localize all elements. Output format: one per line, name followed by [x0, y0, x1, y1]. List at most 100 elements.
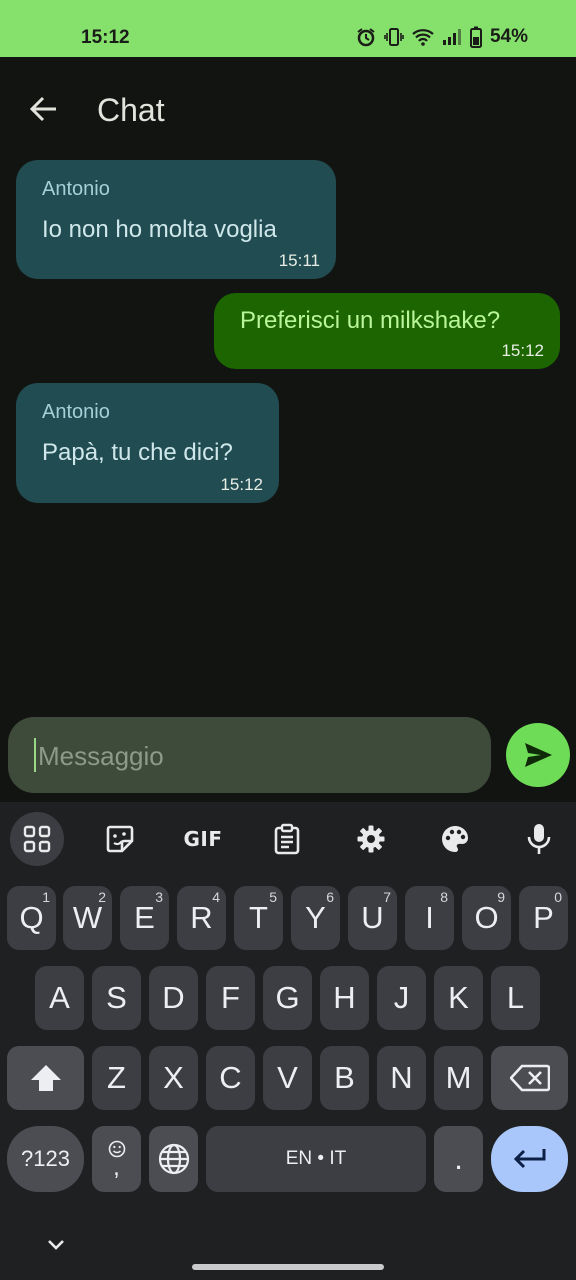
- key-s[interactable]: S: [92, 966, 141, 1030]
- hide-keyboard-button[interactable]: [40, 1232, 72, 1256]
- key-label: Z: [107, 1060, 126, 1095]
- key-k[interactable]: K: [434, 966, 483, 1030]
- key-hint: 0: [554, 889, 562, 905]
- key-label: A: [49, 980, 70, 1015]
- language-key[interactable]: [149, 1126, 198, 1192]
- gear-icon: [357, 825, 385, 853]
- alarm-icon: [356, 27, 376, 47]
- battery-icon: [469, 26, 482, 48]
- key-label: D: [162, 980, 185, 1015]
- key-q[interactable]: Q1: [7, 886, 56, 950]
- key-label: X: [163, 1060, 184, 1095]
- voice-input-button[interactable]: [512, 812, 566, 866]
- message-sender: Antonio: [42, 178, 110, 200]
- space-key[interactable]: EN • IT: [206, 1126, 426, 1192]
- send-button[interactable]: [506, 723, 570, 787]
- key-t[interactable]: T5: [234, 886, 283, 950]
- message-time: 15:12: [501, 341, 544, 360]
- key-d[interactable]: D: [149, 966, 198, 1030]
- key-f[interactable]: F: [206, 966, 255, 1030]
- message-text: Preferisci un milkshake?: [240, 307, 501, 334]
- message-sender: Antonio: [42, 401, 110, 423]
- message-bubble-incoming[interactable]: Antonio Io non ho molta voglia 15:11: [16, 160, 336, 279]
- status-time: 15:12: [81, 27, 130, 48]
- key-b[interactable]: B: [320, 1046, 369, 1110]
- key-r[interactable]: R4: [177, 886, 226, 950]
- key-label: S: [106, 980, 127, 1015]
- gif-label: GIF: [183, 827, 223, 851]
- key-hint: 9: [497, 889, 505, 905]
- period-key[interactable]: .: [434, 1126, 483, 1192]
- back-arrow-icon: [29, 96, 56, 122]
- message-input[interactable]: Messaggio: [8, 717, 491, 793]
- key-y[interactable]: Y6: [291, 886, 340, 950]
- page-title: Chat: [97, 92, 165, 128]
- key-label: C: [219, 1060, 242, 1095]
- key-label: Q: [19, 900, 44, 935]
- message-input-placeholder: Messaggio: [38, 741, 164, 771]
- key-label: F: [221, 980, 240, 1015]
- key-g[interactable]: G: [263, 966, 312, 1030]
- key-u[interactable]: U7: [348, 886, 397, 950]
- key-label: U: [361, 900, 384, 935]
- key-label: H: [333, 980, 356, 1015]
- gesture-navigation-bar[interactable]: [192, 1264, 384, 1270]
- key-j[interactable]: J: [377, 966, 426, 1030]
- key-hint: 8: [440, 889, 448, 905]
- key-label: ?123: [21, 1146, 70, 1171]
- key-hint: 2: [98, 889, 106, 905]
- key-label: E: [134, 900, 155, 935]
- clipboard-button[interactable]: [260, 812, 314, 866]
- apps-grid-icon: [23, 825, 51, 853]
- shift-key[interactable]: [7, 1046, 84, 1110]
- back-button[interactable]: [20, 85, 68, 133]
- backspace-icon: [509, 1064, 550, 1092]
- globe-icon: [158, 1143, 189, 1175]
- backspace-key[interactable]: [491, 1046, 568, 1110]
- key-x[interactable]: X: [149, 1046, 198, 1110]
- key-label: L: [506, 980, 525, 1015]
- key-l[interactable]: L: [491, 966, 540, 1030]
- sticker-icon: [106, 825, 134, 853]
- apps-grid-button[interactable]: [10, 812, 64, 866]
- gif-button[interactable]: GIF: [176, 812, 230, 866]
- sticker-button[interactable]: [93, 812, 147, 866]
- symbols-key[interactable]: ?123: [7, 1126, 84, 1192]
- key-e[interactable]: E3: [120, 886, 169, 950]
- key-hint: 7: [383, 889, 391, 905]
- wifi-icon: [412, 27, 434, 47]
- key-label: P: [533, 900, 554, 935]
- message-bubble-incoming[interactable]: Antonio Papà, tu che dici? 15:12: [16, 383, 279, 503]
- key-label: G: [275, 980, 300, 1015]
- key-i[interactable]: I8: [405, 886, 454, 950]
- key-o[interactable]: O9: [462, 886, 511, 950]
- message-bubble-outgoing[interactable]: Preferisci un milkshake? 15:12: [214, 293, 560, 369]
- key-hint: 1: [42, 889, 50, 905]
- chevron-down-icon: [48, 1240, 64, 1250]
- vibrate-icon: [384, 27, 404, 47]
- key-n[interactable]: N: [377, 1046, 426, 1110]
- clipboard-icon: [274, 823, 300, 855]
- key-z[interactable]: Z: [92, 1046, 141, 1110]
- message-time: 15:11: [278, 251, 320, 270]
- key-label: B: [334, 1060, 355, 1095]
- key-p[interactable]: P0: [519, 886, 568, 950]
- status-bar: 15:12 54%: [0, 0, 576, 57]
- key-m[interactable]: M: [434, 1046, 483, 1110]
- key-a[interactable]: A: [35, 966, 84, 1030]
- theme-button[interactable]: [428, 812, 482, 866]
- key-label: EN • IT: [285, 1148, 347, 1169]
- settings-button[interactable]: [344, 812, 398, 866]
- key-c[interactable]: C: [206, 1046, 255, 1110]
- microphone-icon: [527, 824, 551, 854]
- key-label: N: [390, 1060, 413, 1095]
- key-h[interactable]: H: [320, 966, 369, 1030]
- emoji-comma-key[interactable]: ,: [92, 1126, 141, 1192]
- key-hint: 5: [269, 889, 277, 905]
- enter-key[interactable]: [491, 1126, 568, 1192]
- message-text: Io non ho molta voglia: [42, 216, 277, 243]
- send-icon: [525, 743, 552, 767]
- key-v[interactable]: V: [263, 1046, 312, 1110]
- key-w[interactable]: W2: [63, 886, 112, 950]
- key-label: V: [277, 1060, 298, 1095]
